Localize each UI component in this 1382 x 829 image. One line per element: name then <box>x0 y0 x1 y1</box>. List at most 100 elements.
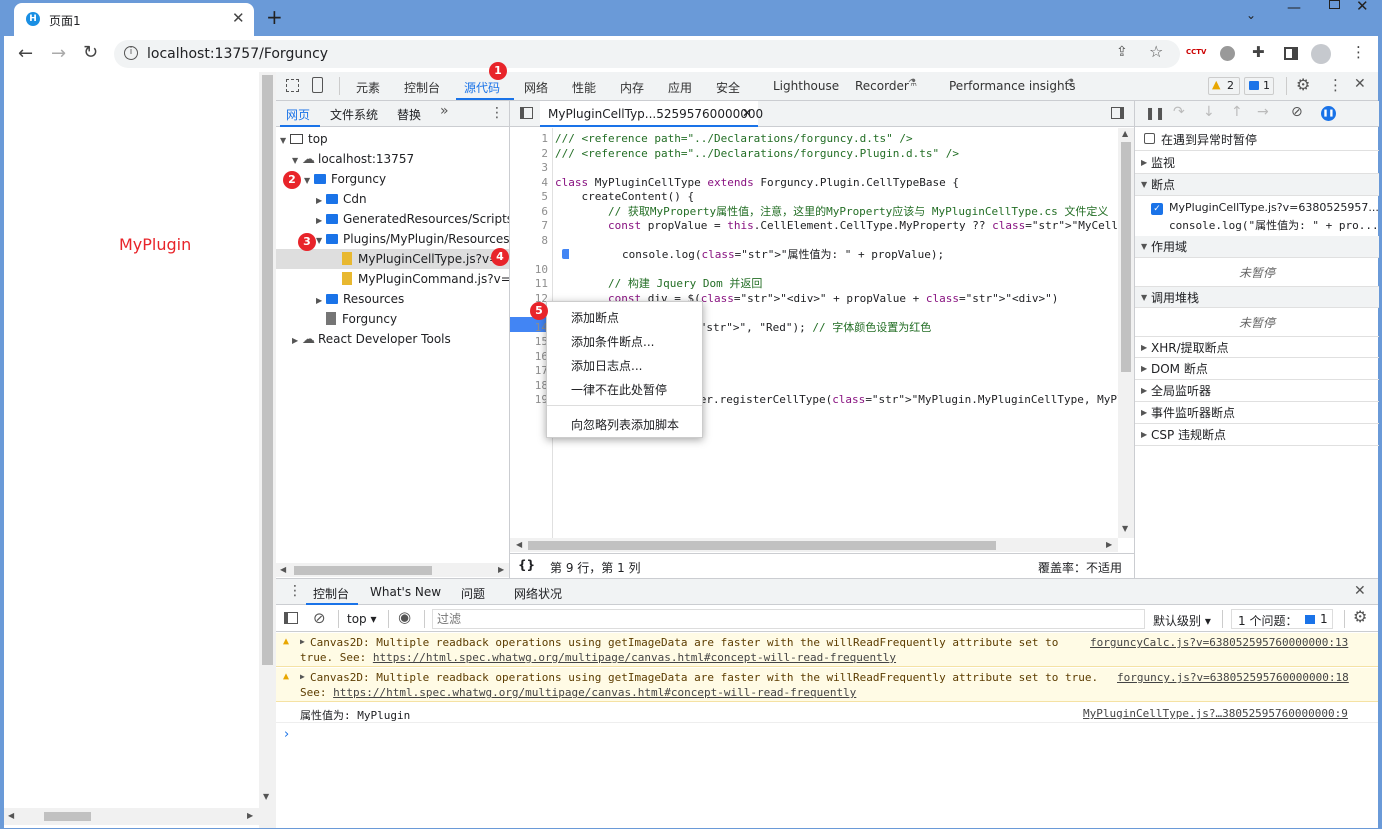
deactivate-breakpoints-icon[interactable]: ⊘ <box>1291 104 1303 120</box>
step-out-icon[interactable]: ↑ <box>1231 104 1243 120</box>
tab-application[interactable]: 应用 <box>668 79 692 96</box>
toggle-debugger-icon[interactable] <box>1111 107 1124 119</box>
page-vscrollbar[interactable]: ▼ <box>259 72 276 828</box>
line-number[interactable]: 2 <box>510 147 548 162</box>
tab-recorder[interactable]: Recorder <box>855 79 909 93</box>
line-number[interactable]: 19 <box>510 393 548 408</box>
pretty-print-icon[interactable]: {} <box>518 558 535 572</box>
device-toolbar-icon[interactable] <box>312 77 323 93</box>
tree-host[interactable]: ▼ ☁ localhost:13757 <box>292 149 414 169</box>
more-options-icon[interactable]: ⋮ <box>1328 76 1343 94</box>
clear-console-icon[interactable]: ⊘ <box>313 609 326 627</box>
browser-tab[interactable]: H 页面1 ✕ <box>14 3 254 37</box>
console-prompt-icon[interactable]: › <box>284 727 289 742</box>
drawer-tab-issues[interactable]: 问题 <box>461 585 485 602</box>
expand-icon[interactable]: ▶ <box>300 672 305 681</box>
breakpoint-checkbox[interactable]: ✓ <box>1151 203 1163 215</box>
maximize-button[interactable] <box>1329 0 1340 9</box>
section-scope[interactable]: ▼ 作用域 <box>1135 236 1379 258</box>
line-number[interactable]: 5 <box>510 190 548 205</box>
code-line-6[interactable]: 6 // 获取MyProperty属性值，注意，这里的MyProperty应该与… <box>510 205 1118 220</box>
drawer-tab-console[interactable]: 控制台 <box>313 585 349 602</box>
log-source-link[interactable]: MyPluginCellType.js?…38052595760000000:9 <box>1083 707 1348 720</box>
tab-lighthouse[interactable]: Lighthouse <box>773 79 839 93</box>
nav-hscrollbar[interactable]: ◀ ▶ <box>276 563 509 577</box>
line-number[interactable]: 17 <box>510 364 548 379</box>
tab-network[interactable]: 网络 <box>524 79 548 96</box>
address-bar[interactable]: i localhost:13757/Forguncy ⇪ ☆ <box>114 40 1180 68</box>
line-number[interactable]: 18 <box>510 379 548 394</box>
bookmark-star-icon[interactable]: ☆ <box>1149 42 1163 61</box>
tab-sources[interactable]: 源代码 <box>464 79 500 96</box>
menu-add-logpoint[interactable]: 添加日志点... <box>571 357 642 374</box>
code-line-10[interactable]: 10 <box>510 263 1118 278</box>
toggle-navigator-icon[interactable] <box>520 107 533 119</box>
menu-add-to-ignore-list[interactable]: 向忽略列表添加脚本 <box>571 416 679 433</box>
drawer-tab-whatsnew[interactable]: What's New <box>370 585 441 599</box>
nav-tab-overrides[interactable]: 替换 <box>397 106 421 123</box>
close-devtools-icon[interactable]: ✕ <box>1354 76 1366 92</box>
nav-tab-page[interactable]: 网页 <box>286 106 310 123</box>
menu-add-conditional-breakpoint[interactable]: 添加条件断点... <box>571 333 654 350</box>
pause-exceptions-row[interactable]: 在遇到异常时暂停 <box>1135 127 1379 151</box>
issues-counter[interactable]: 1 <box>1244 77 1274 95</box>
back-icon[interactable]: ← <box>18 43 33 64</box>
close-tab-icon[interactable]: ✕ <box>232 9 245 27</box>
settings-gear-icon[interactable]: ⚙ <box>1296 75 1310 94</box>
line-number[interactable]: 8 <box>510 234 548 249</box>
line-number[interactable]: 16 <box>510 350 548 365</box>
section-callstack[interactable]: ▼ 调用堆栈 <box>1135 286 1379 308</box>
line-number[interactable]: 15 <box>510 335 548 350</box>
menu-kebab-icon[interactable]: ⋮ <box>1351 43 1366 61</box>
step-into-icon[interactable]: ↓ <box>1203 104 1215 120</box>
line-number[interactable]: 14 <box>510 321 548 336</box>
menu-never-pause-here[interactable]: 一律不在此处暂停 <box>571 381 667 398</box>
pause-exceptions-checkbox[interactable] <box>1144 133 1155 144</box>
editor-hscrollbar[interactable]: ◀ ▶ <box>510 538 1118 552</box>
issues-button[interactable]: 1 个问题： 1 <box>1231 609 1333 629</box>
extension-cctv-icon[interactable]: CCTV <box>1186 48 1206 56</box>
editor-vscrollbar[interactable]: ▲ ▼ <box>1118 128 1134 538</box>
line-number[interactable]: 3 <box>510 161 548 176</box>
breakpoint-entry[interactable]: ✓ MyPluginCellType.js?v=6380525957... co… <box>1135 197 1379 241</box>
nav-menu-icon[interactable]: ⋮ <box>490 105 504 121</box>
tree-generated-folder[interactable]: ▶GeneratedResources/Scripts/Fo <box>316 209 509 229</box>
context-selector[interactable]: top ▾ <box>347 612 377 626</box>
nav-tab-filesystem[interactable]: 文件系统 <box>330 106 378 123</box>
new-tab-button[interactable]: + <box>266 5 283 29</box>
pause-icon[interactable]: ❚❚ <box>1145 106 1165 120</box>
pause-on-exceptions-icon[interactable]: ❚❚ <box>1321 106 1336 121</box>
tree-plugins-folder[interactable]: ▼ Plugins/MyPlugin/Resources <box>316 229 510 249</box>
warning-1-link[interactable]: https://html.spec.whatwg.org/multipage/c… <box>373 651 896 664</box>
code-line-11[interactable]: 11 // 构建 Jquery Dom 并返回 <box>510 277 1118 292</box>
share-icon[interactable]: ⇪ <box>1116 44 1128 60</box>
warning-1-source[interactable]: forguncyCalc.js?v=638052595760000000:13 <box>1090 636 1348 649</box>
section-event-listener-breakpoints[interactable]: ▶ 事件监听器断点 <box>1135 402 1379 424</box>
section-csp-breakpoints[interactable]: ▶ CSP 违规断点 <box>1135 424 1379 446</box>
menu-add-breakpoint[interactable]: 添加断点 <box>571 309 619 326</box>
line-number[interactable]: 7 <box>510 219 548 234</box>
tree-forguncy-file[interactable]: Forguncy <box>316 309 397 329</box>
tree-top[interactable]: ▼ top <box>280 129 328 149</box>
section-dom-breakpoints[interactable]: ▶ DOM 断点 <box>1135 358 1379 380</box>
warning-2-link[interactable]: https://html.spec.whatwg.org/multipage/c… <box>333 686 856 699</box>
tab-performance-insights[interactable]: Performance insights <box>949 79 1076 93</box>
drawer-tab-network-conditions[interactable]: 网络状况 <box>514 585 562 602</box>
page-hscrollbar[interactable]: ◀ ▶ <box>4 808 259 825</box>
code-line-1[interactable]: 1 /// <reference path="../Declarations/fo… <box>510 132 1118 147</box>
line-number[interactable]: 4 <box>510 176 548 191</box>
section-watch[interactable]: ▶ 监视 <box>1135 152 1379 174</box>
console-filter-input[interactable] <box>432 609 1145 629</box>
code-line-5[interactable]: 5 createContent() { <box>510 190 1118 205</box>
more-tabs-icon[interactable]: » <box>440 103 449 119</box>
sidepanel-icon[interactable] <box>1284 47 1298 60</box>
line-number[interactable]: 10 <box>510 263 548 278</box>
inspect-element-icon[interactable] <box>286 79 299 92</box>
log-level-dropdown[interactable]: 默认级别 ▾ <box>1153 612 1211 629</box>
section-global-listeners[interactable]: ▶ 全局监听器 <box>1135 380 1379 402</box>
line-number[interactable]: 11 <box>510 277 548 292</box>
code-line-9[interactable]: 9 console.log(class="str">"属性值为: " + pro… <box>510 248 1118 263</box>
info-icon[interactable]: i <box>124 46 138 60</box>
close-drawer-icon[interactable]: ✕ <box>1354 583 1366 599</box>
console-sidebar-icon[interactable] <box>284 612 298 624</box>
